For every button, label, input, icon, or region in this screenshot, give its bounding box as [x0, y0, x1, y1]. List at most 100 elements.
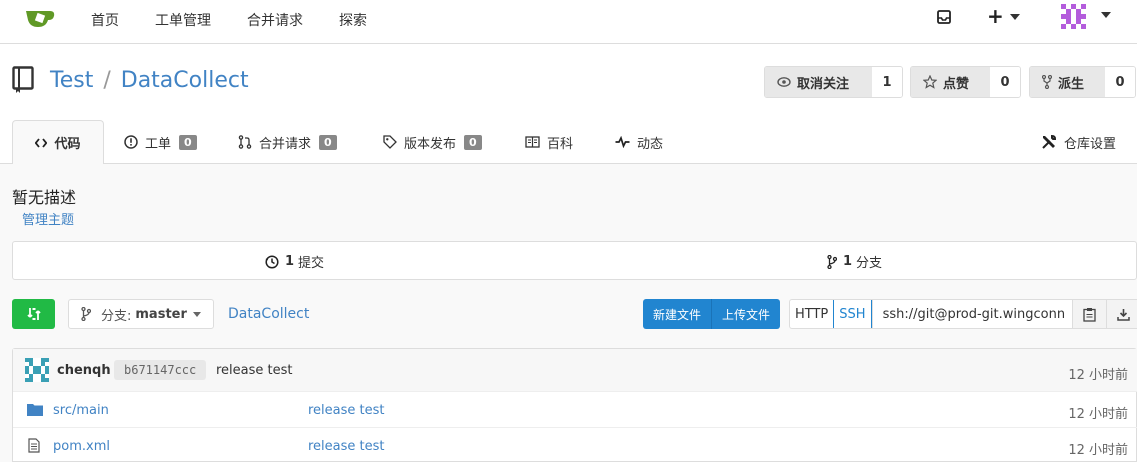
tab-settings-label: 仓库设置	[1064, 136, 1117, 152]
new-file-button[interactable]: 新建文件	[643, 299, 712, 329]
tab-issues[interactable]: 工单 0	[124, 120, 197, 164]
file-commit-time: 12 小时前	[1068, 407, 1128, 422]
tab-activity[interactable]: 动态	[615, 120, 663, 164]
fork-count[interactable]: 0	[1105, 67, 1135, 97]
compare-icon	[26, 308, 41, 320]
watch-count[interactable]: 1	[872, 67, 902, 97]
gitea-logo-icon[interactable]	[24, 8, 56, 28]
code-icon	[35, 137, 48, 148]
clone-url-input[interactable]: ssh://git@prod-git.wingconn	[871, 300, 1072, 328]
issue-icon	[124, 135, 138, 149]
file-text-icon	[28, 438, 40, 453]
book-icon	[525, 136, 540, 148]
compare-button[interactable]	[12, 299, 55, 329]
folder-icon	[27, 404, 43, 416]
tab-releases-label: 版本发布	[404, 136, 457, 152]
download-icon	[1116, 308, 1130, 321]
repo-stats-bar: 1 提交 1 分支	[12, 241, 1137, 280]
inbox-icon[interactable]	[937, 10, 951, 24]
table-row: src/main release test 12 小时前	[13, 391, 1137, 427]
issues-count-badge: 0	[179, 134, 197, 150]
file-commit-time: 12 小时前	[1068, 443, 1128, 458]
nav-pulls-link[interactable]: 合并请求	[247, 10, 303, 30]
tools-icon	[1042, 134, 1057, 149]
file-commit-message-link[interactable]: release test	[308, 439, 385, 454]
file-name-link[interactable]: pom.xml	[53, 439, 110, 454]
tab-pulls[interactable]: 合并请求 0	[238, 120, 337, 164]
latest-commit-row: chenqh b671147ccc release test 12 小时前	[13, 349, 1137, 391]
branch-name: master	[135, 306, 187, 322]
tab-pulls-label: 合并请求	[259, 136, 312, 152]
repo-title: Test / DataCollect	[12, 66, 249, 94]
repo-book-icon	[12, 66, 34, 93]
clone-ssh-button[interactable]: SSH	[833, 300, 872, 328]
file-table: chenqh b671147ccc release test 12 小时前 sr…	[12, 348, 1137, 462]
breadcrumb-repo-link[interactable]: DataCollect	[228, 306, 309, 322]
file-name-link[interactable]: src/main	[53, 403, 109, 418]
tab-code[interactable]: 代码	[12, 120, 104, 165]
tab-wiki[interactable]: 百科	[525, 120, 573, 164]
tab-activity-label: 动态	[637, 136, 664, 152]
branch-dropdown[interactable]: 分支: master	[68, 299, 214, 329]
branches-label: 分支	[856, 256, 883, 271]
branch-icon	[827, 254, 837, 269]
tab-wiki-label: 百科	[547, 136, 574, 152]
nav-issues-link[interactable]: 工单管理	[155, 10, 211, 30]
commit-message[interactable]: release test	[216, 363, 293, 378]
branches-stat-link[interactable]: 1 分支	[827, 252, 882, 271]
manage-topics-link[interactable]: 管理主题	[22, 209, 74, 228]
pulls-count-badge: 0	[319, 134, 337, 150]
clipboard-icon	[1082, 307, 1096, 322]
branch-icon	[81, 307, 91, 321]
nav-home-link[interactable]: 首页	[91, 10, 119, 30]
pull-request-icon	[238, 135, 252, 149]
unwatch-button[interactable]: 取消关注 1	[764, 66, 903, 98]
tab-settings[interactable]: 仓库设置	[1041, 120, 1116, 164]
clone-http-button[interactable]: HTTP	[790, 300, 833, 328]
star-label: 点赞	[943, 76, 970, 92]
copy-url-button[interactable]	[1071, 300, 1106, 328]
branches-count: 1	[843, 254, 853, 269]
create-plus-button[interactable]: +	[987, 4, 1004, 28]
clone-panel: HTTP SSH ssh://git@prod-git.wingconn	[789, 299, 1137, 329]
top-navbar: 首页 工单管理 合并请求 探索 +	[0, 0, 1137, 44]
branch-caret-icon	[192, 311, 201, 317]
fork-label: 派生	[1058, 76, 1085, 92]
branch-prefix-label: 分支:	[101, 308, 132, 324]
download-button[interactable]	[1105, 300, 1137, 328]
commit-time: 12 小时前	[1068, 368, 1128, 383]
table-row: pom.xml release test 12 小时前	[13, 427, 1137, 462]
repo-name-link[interactable]: DataCollect	[121, 68, 249, 93]
star-button[interactable]: 点赞 0	[910, 66, 1021, 98]
repo-owner-link[interactable]: Test	[50, 68, 93, 93]
commits-label: 提交	[298, 256, 325, 271]
tab-issues-label: 工单	[145, 136, 172, 152]
commits-count: 1	[285, 254, 295, 269]
unwatch-label: 取消关注	[797, 76, 850, 92]
repo-path-separator: /	[103, 67, 111, 93]
fork-button[interactable]: 派生 0	[1029, 66, 1136, 98]
repo-toolbar: 分支: master DataCollect 新建文件 上传文件 HTTP SS…	[12, 299, 1137, 329]
tab-releases[interactable]: 版本发布 0	[383, 120, 482, 164]
repo-description: 暂无描述	[12, 188, 77, 207]
author-avatar[interactable]	[25, 358, 49, 382]
file-commit-message-link[interactable]: release test	[308, 403, 385, 418]
releases-count-badge: 0	[464, 134, 482, 150]
create-dropdown-caret-icon[interactable]	[1010, 14, 1020, 20]
fork-icon	[1042, 75, 1052, 89]
star-count[interactable]: 0	[990, 67, 1020, 97]
user-avatar[interactable]	[1061, 4, 1086, 29]
tab-code-label: 代码	[54, 137, 81, 152]
tag-icon	[383, 135, 397, 149]
eye-icon	[777, 77, 791, 87]
nav-explore-link[interactable]: 探索	[339, 10, 367, 30]
upload-file-button[interactable]: 上传文件	[711, 299, 781, 329]
pulse-icon	[615, 136, 630, 148]
repo-header: Test / DataCollect 取消关注 1 点赞 0 派生 0 代码 工…	[0, 44, 1137, 165]
history-icon	[265, 254, 279, 269]
commit-author[interactable]: chenqh	[57, 363, 111, 378]
star-icon	[923, 75, 937, 89]
user-menu-caret-icon[interactable]	[1101, 12, 1111, 18]
commit-sha-button[interactable]: b671147ccc	[114, 360, 207, 380]
commits-stat-link[interactable]: 1 提交	[265, 252, 324, 271]
